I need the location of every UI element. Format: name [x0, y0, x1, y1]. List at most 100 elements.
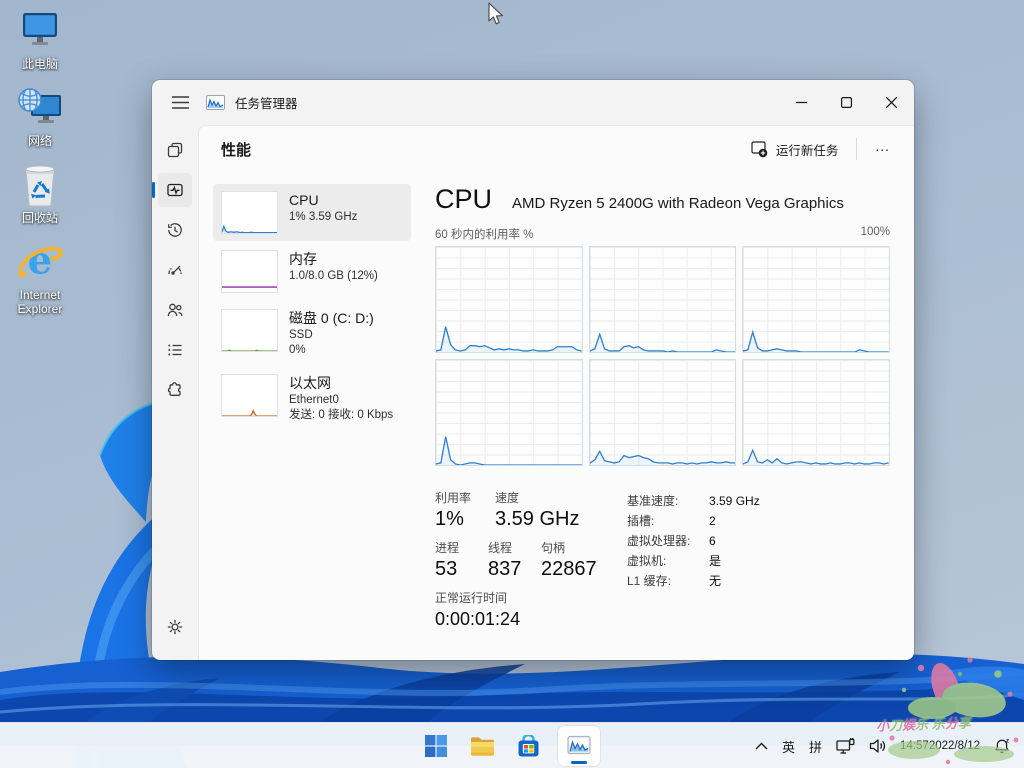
microsoft-store-icon	[517, 735, 540, 758]
ethernet-mini-chart	[221, 374, 278, 417]
ime-mode-button[interactable]: 拼	[802, 730, 829, 762]
users-icon	[165, 300, 185, 320]
stat-value-speed: 3.59 GHz	[495, 506, 579, 532]
sidebar-item-users[interactable]	[158, 293, 192, 327]
perf-item-name: 内存	[289, 250, 378, 269]
notification-bell-icon: z	[993, 737, 1011, 755]
perf-item-name: 以太网	[289, 374, 393, 393]
cpu-detail-pane: CPU AMD Ryzen 5 2400G with Radeon Vega G…	[435, 184, 890, 640]
tray-expand-button[interactable]	[748, 730, 775, 762]
task-manager-app-icon	[206, 93, 225, 112]
desktop-icon-internet-explorer[interactable]: e Internet Explorer	[4, 239, 76, 316]
perf-item-name: CPU	[289, 191, 357, 210]
start-button[interactable]	[420, 730, 452, 762]
ime-language-button[interactable]: 英	[775, 730, 802, 762]
sidebar-item-performance[interactable]	[158, 173, 192, 207]
volume-tray-button[interactable]	[862, 730, 894, 762]
desktop-icon-list: 此电脑 网络	[4, 8, 76, 330]
maximize-button[interactable]	[824, 84, 869, 122]
navigation-menu-button[interactable]	[160, 86, 200, 120]
perf-item-cpu[interactable]: CPU 1% 3.59 GHz	[213, 184, 411, 241]
stat-value-processes: 53	[435, 556, 488, 582]
file-explorer-icon	[470, 735, 495, 757]
tray-expand-chevron-icon	[755, 742, 768, 750]
internet-explorer-icon: e	[17, 239, 63, 285]
perf-item-stat: 1% 3.59 GHz	[289, 210, 357, 225]
perf-item-memory[interactable]: 内存 1.0/8.0 GB (12%)	[213, 243, 411, 300]
sidebar-item-app-history[interactable]	[158, 213, 192, 247]
memory-mini-chart	[221, 250, 278, 293]
run-new-task-button[interactable]: 运行新任务	[741, 134, 849, 165]
perf-item-ethernet[interactable]: 以太网 Ethernet0 发送: 0 接收: 0 Kbps	[213, 367, 411, 430]
taskbar: 英 拼 14:57 2022/8/12	[0, 722, 1024, 768]
file-explorer-button[interactable]	[466, 730, 498, 762]
perf-item-name: 磁盘 0 (C: D:)	[289, 309, 374, 328]
chart-axis-caption: 60 秒内的利用率 %	[435, 226, 533, 242]
performance-pulse-icon	[165, 180, 185, 200]
speaker-tray-icon	[869, 738, 887, 754]
lp-chart-4	[589, 359, 737, 466]
sidebar-item-services[interactable]	[158, 373, 192, 407]
close-button[interactable]	[869, 84, 914, 122]
info-label: L1 缓存:	[627, 571, 709, 591]
clock-time: 14:57	[900, 739, 929, 753]
info-value: 无	[709, 571, 721, 591]
stat-label: 利用率	[435, 490, 495, 506]
stat-label: 进程	[435, 540, 488, 556]
app-history-clock-icon	[165, 220, 185, 240]
perf-item-disk[interactable]: 磁盘 0 (C: D:) SSD 0%	[213, 302, 411, 365]
info-label: 虚拟机:	[627, 551, 709, 571]
network-icon	[17, 85, 63, 131]
desktop-icon-recycle-bin[interactable]: 回收站	[4, 162, 76, 225]
stat-value-utilization: 1%	[435, 506, 495, 532]
desktop-icon-this-pc[interactable]: 此电脑	[4, 8, 76, 71]
info-value: 是	[709, 551, 721, 571]
sidebar-item-startup-apps[interactable]	[158, 253, 192, 287]
stat-label: 线程	[488, 540, 541, 556]
lp-chart-5	[742, 359, 890, 466]
services-puzzle-icon	[165, 380, 185, 400]
sidebar-item-details[interactable]	[158, 333, 192, 367]
uptime-label: 正常运行时间	[435, 590, 627, 606]
notification-center-button[interactable]: z	[986, 730, 1018, 762]
perf-item-stat: 1.0/8.0 GB (12%)	[289, 269, 378, 284]
disk-mini-chart	[221, 309, 278, 352]
minimize-button[interactable]	[779, 84, 824, 122]
clock-date: 2022/8/12	[929, 739, 980, 753]
this-pc-icon	[17, 8, 63, 54]
lp-chart-3	[435, 359, 583, 466]
sidebar-item-settings[interactable]	[158, 610, 192, 644]
lp-chart-1	[589, 246, 737, 353]
info-label: 虚拟处理器:	[627, 531, 709, 551]
content-body: CPU 1% 3.59 GHz 内存 1.0/8.0 GB (12%) 磁盘 0…	[199, 172, 914, 640]
cpu-stats: 利用率 速度 1% 3.59 GHz 进程 线程 句柄	[435, 490, 890, 640]
taskbar-clock[interactable]: 14:57 2022/8/12	[894, 730, 986, 762]
window-title: 任务管理器	[235, 93, 298, 112]
chart-axis-max: 100%	[861, 226, 890, 242]
desktop-icon-label: Internet Explorer	[4, 288, 76, 316]
run-new-task-label: 运行新任务	[776, 140, 839, 159]
page-title: 性能	[221, 139, 251, 160]
titlebar[interactable]: 任务管理器	[152, 80, 914, 125]
info-label: 基准速度:	[627, 491, 709, 511]
task-manager-taskbar-button[interactable]	[558, 726, 600, 766]
perf-item-stat: 发送: 0 接收: 0 Kbps	[289, 408, 393, 423]
logical-processor-chart-grid	[435, 246, 890, 466]
desktop-icon-label: 此电脑	[22, 57, 58, 71]
more-options-button[interactable]: ...	[865, 136, 900, 162]
desktop-icon-network[interactable]: 网络	[4, 85, 76, 148]
taskbar-tray: 英 拼 14:57 2022/8/12	[748, 723, 1018, 768]
sidebar-item-processes[interactable]	[158, 133, 192, 167]
recycle-bin-icon	[17, 162, 63, 208]
perf-item-stat: 0%	[289, 343, 374, 358]
network-tray-button[interactable]	[829, 730, 862, 762]
stat-value-handles: 22867	[541, 556, 597, 582]
perf-item-stat: SSD	[289, 328, 374, 343]
header-divider	[856, 138, 857, 160]
uptime-value: 0:00:01:24	[435, 606, 627, 632]
info-value: 2	[709, 511, 716, 531]
lp-chart-0	[435, 246, 583, 353]
info-value: 6	[709, 531, 716, 551]
microsoft-store-button[interactable]	[512, 730, 544, 762]
details-list-icon	[165, 340, 185, 360]
